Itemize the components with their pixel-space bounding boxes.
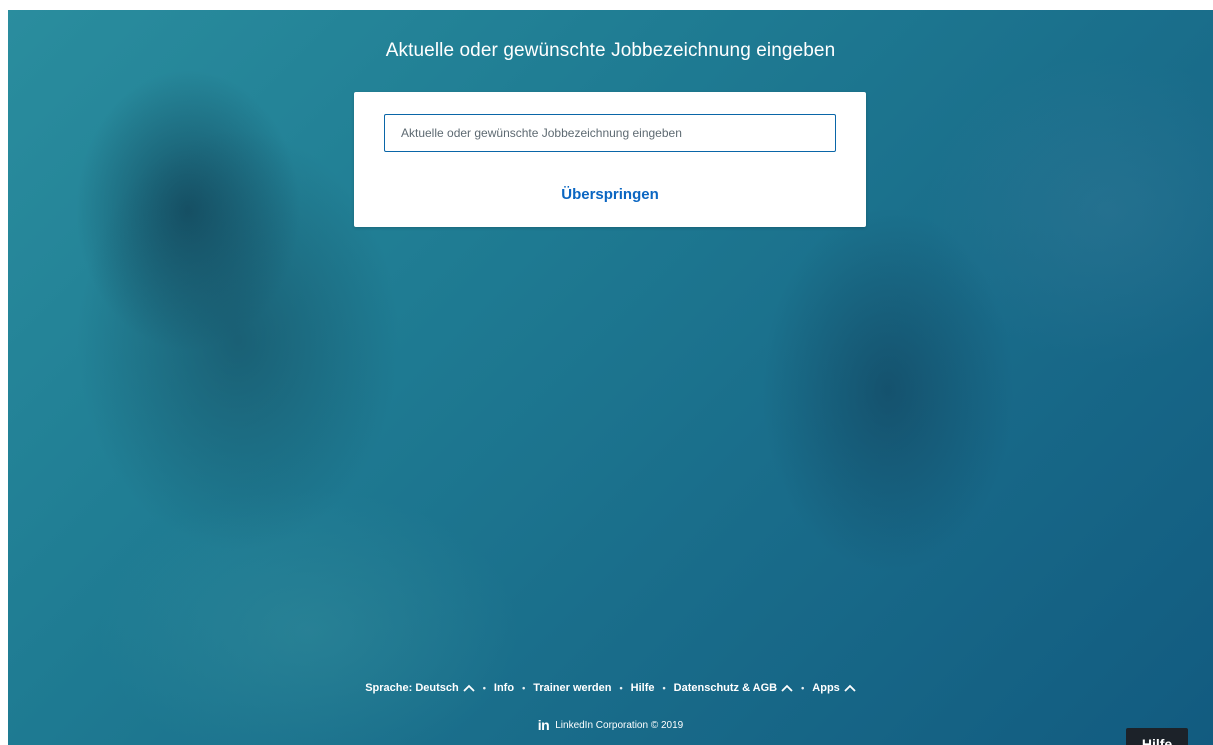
chevron-up-icon [463,684,475,692]
job-title-card: Überspringen [354,92,866,227]
copyright-text: LinkedIn Corporation © 2019 [555,719,684,731]
linkedin-logo-icon: in [537,717,550,733]
chevron-up-icon [844,684,856,692]
chevron-up-icon [781,684,793,692]
footer-link-info[interactable]: Info [494,682,514,694]
footer-link-privacy-terms[interactable]: Datenschutz & AGB [674,682,794,694]
separator-dot: • [522,683,526,693]
help-button[interactable]: Hilfe [1126,728,1188,745]
footer-link-language[interactable]: Sprache: Deutsch [365,682,475,694]
job-title-input[interactable] [384,114,836,152]
footer-link-become-trainer[interactable]: Trainer werden [533,682,611,694]
separator-dot: • [619,683,623,693]
footer-link-help[interactable]: Hilfe [631,682,655,694]
footer-link-label: Trainer werden [533,682,612,694]
separator-dot: • [662,683,666,693]
footer-link-label: Hilfe [630,682,655,694]
page-title: Aktuelle oder gewünschte Jobbezeichnung … [385,40,836,61]
footer-link-label: Datenschutz & AGB [673,682,778,694]
skip-link[interactable]: Überspringen [354,186,866,203]
copyright: in LinkedIn Corporation © 2019 [8,717,1213,733]
background-stage: Aktuelle oder gewünschte Jobbezeichnung … [8,10,1213,745]
footer-links: Sprache: Deutsch • Info • Trainer werden… [8,682,1213,694]
footer-link-label: Apps [812,682,840,694]
footer-link-label: Info [493,682,515,694]
footer-link-label: Sprache: Deutsch [365,682,459,694]
footer-link-apps[interactable]: Apps [812,682,856,694]
separator-dot: • [482,683,486,693]
separator-dot: • [801,683,805,693]
